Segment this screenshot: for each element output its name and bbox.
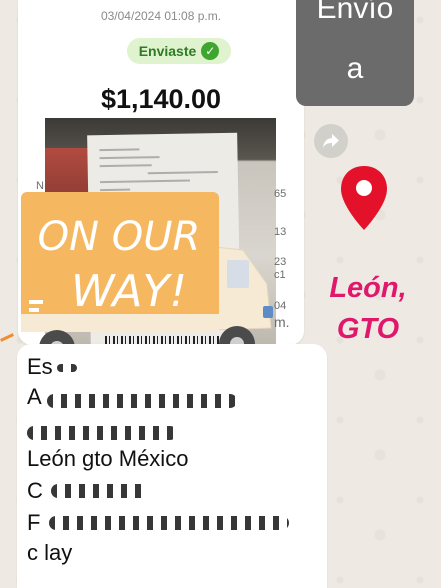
status-label: Enviaste <box>138 43 197 59</box>
envio-a-text: a <box>346 52 364 85</box>
address-line-reference: F <box>27 510 41 535</box>
address-line-2: A <box>27 384 42 409</box>
address-line-last: c lay <box>27 540 73 565</box>
share-icon <box>323 134 339 148</box>
share-button[interactable] <box>314 124 348 158</box>
redacted-text <box>49 516 289 530</box>
city-name: León, <box>329 272 407 304</box>
address-message-card[interactable]: Es A León gto México C F c lay <box>17 344 327 588</box>
redacted-text <box>51 484 147 498</box>
address-line-postal: C <box>27 478 43 503</box>
state-abbrev: GTO <box>336 313 400 345</box>
redacted-text <box>57 364 77 372</box>
sticker-line1: ON OUR <box>38 214 201 260</box>
redacted-text <box>47 394 237 408</box>
address-line-city: León gto México <box>27 446 189 471</box>
redacted-text <box>27 426 177 440</box>
payment-datetime: 03/04/2024 01:08 p.m. <box>100 9 222 23</box>
status-badge: Enviaste ✓ <box>127 38 231 64</box>
address-line-1: Es <box>27 354 53 379</box>
sticker-line2: WAY! <box>71 266 187 317</box>
payment-amount: $1,140.00 <box>100 84 222 114</box>
envio-text: Envío <box>316 0 394 25</box>
on-our-way-sticker: ON OUR WAY! <box>21 192 273 366</box>
location-pin-icon <box>341 166 387 230</box>
check-icon: ✓ <box>201 42 220 60</box>
envio-label-box: Envío a <box>296 0 414 106</box>
